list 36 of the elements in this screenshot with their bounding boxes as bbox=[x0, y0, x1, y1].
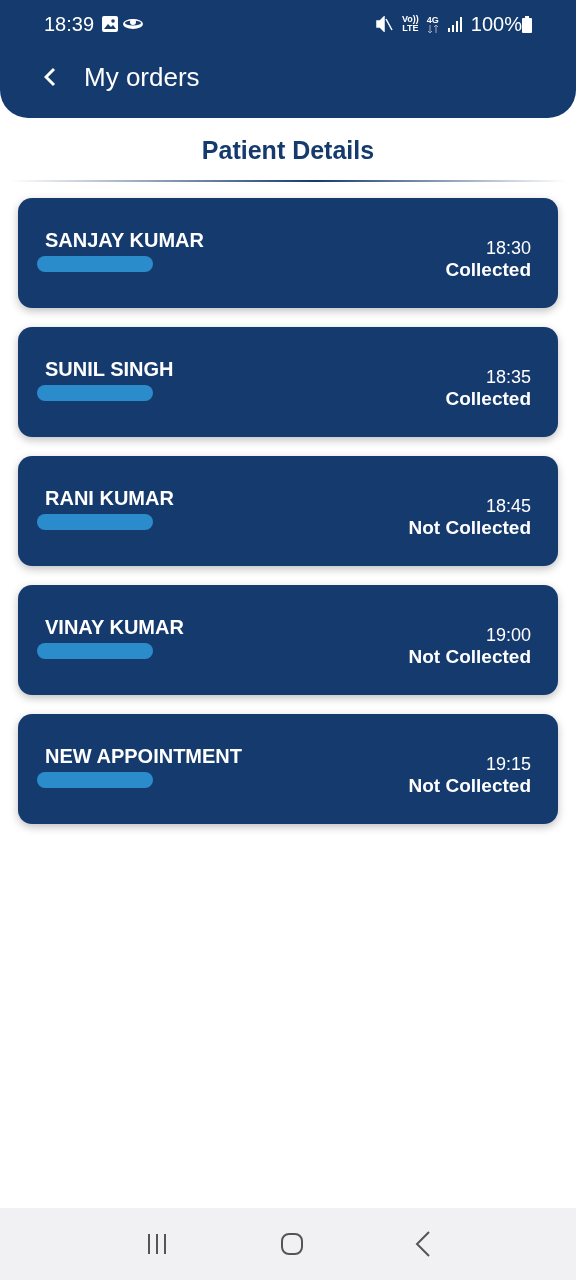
back-icon bbox=[44, 67, 56, 87]
order-card[interactable]: RANI KUMAR 18:45 Not Collected bbox=[18, 455, 558, 566]
order-status: Not Collected bbox=[408, 516, 531, 539]
order-card[interactable]: NEW APPOINTMENT 19:15 Not Collected bbox=[18, 713, 558, 824]
order-time: 18:35 bbox=[484, 365, 531, 388]
order-status: Collected bbox=[445, 258, 531, 281]
order-card[interactable]: SUNIL SINGH 18:35 Collected bbox=[18, 326, 558, 437]
order-time: 18:30 bbox=[484, 236, 531, 259]
back-icon[interactable] bbox=[414, 1231, 431, 1257]
order-card[interactable]: SANJAY KUMAR 18:30 Collected bbox=[18, 197, 558, 308]
signal-icon bbox=[446, 16, 463, 32]
volte-label: LTE bbox=[402, 24, 419, 33]
network-label: 4G bbox=[426, 15, 439, 25]
patient-name: VINAY KUMAR bbox=[45, 614, 184, 639]
battery-icon bbox=[522, 15, 532, 33]
patient-name: SUNIL SINGH bbox=[45, 356, 174, 381]
clock: 18:39 bbox=[44, 12, 95, 37]
patient-name: RANI KUMAR bbox=[45, 485, 174, 510]
section-title: Patient Details bbox=[200, 135, 376, 166]
back-button[interactable] bbox=[44, 67, 56, 87]
order-status: Collected bbox=[445, 387, 531, 410]
order-status: Not Collected bbox=[408, 645, 531, 668]
order-status: Not Collected bbox=[408, 774, 531, 797]
page-title: My orders bbox=[84, 60, 200, 94]
battery-percent: 100% bbox=[470, 12, 522, 37]
order-time: 18:45 bbox=[484, 494, 531, 517]
arrows-icon bbox=[426, 24, 439, 33]
mute-icon bbox=[376, 16, 394, 32]
volte-label: Vo)) bbox=[402, 15, 419, 24]
image-icon bbox=[102, 16, 119, 32]
patient-name: SANJAY KUMAR bbox=[45, 227, 204, 252]
home-icon[interactable] bbox=[280, 1232, 304, 1256]
patient-name: NEW APPOINTMENT bbox=[45, 743, 243, 768]
order-time: 19:00 bbox=[484, 623, 531, 646]
order-card[interactable]: VINAY KUMAR 19:00 Not Collected bbox=[18, 584, 558, 695]
order-time: 19:15 bbox=[484, 752, 531, 775]
